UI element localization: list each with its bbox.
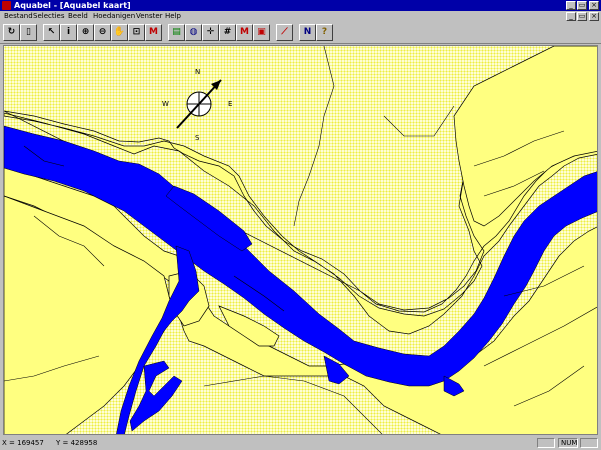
app-window: Aquabel - [Aquabel kaart] _ ▭ × Bestand … [0, 0, 601, 450]
north-arrow-icon[interactable]: ✛ [202, 24, 219, 41]
status-panel-blank-2 [580, 438, 598, 448]
print-icon[interactable]: ▣ [253, 24, 270, 41]
page-icon[interactable]: ▯ [20, 24, 37, 41]
mdi-minimize-button[interactable]: _ [566, 12, 576, 21]
measure-m-icon[interactable]: M [236, 24, 253, 41]
boundary-north [383, 105, 455, 137]
menu-beeld[interactable]: Beeld [68, 11, 88, 22]
zoom-in-icon[interactable]: ⊕ [77, 24, 94, 41]
road-south-center [203, 375, 383, 434]
status-bar: X = 169457 Y = 428958 NUM [0, 436, 601, 450]
restore-button[interactable]: ▭ [577, 1, 587, 10]
pan-hand-icon[interactable]: ✋ [111, 24, 128, 41]
app-logo-icon [2, 1, 11, 10]
help-query-icon[interactable]: ? [316, 24, 333, 41]
menu-bar: Bestand Selecties Beeld Hoedanigen Venst… [0, 11, 601, 22]
north-n-icon[interactable]: N [299, 24, 316, 41]
refresh-icon[interactable]: ↻ [3, 24, 20, 41]
globe-icon[interactable]: ◍ [185, 24, 202, 41]
compass-east-label: E [228, 100, 233, 108]
x-coordinate: X = 169457 [2, 439, 44, 447]
road-north [293, 46, 335, 227]
zoom-extent-icon[interactable]: ⊡ [128, 24, 145, 41]
status-panel-blank-1 [537, 438, 555, 448]
zoom-out-icon[interactable]: ⊖ [94, 24, 111, 41]
num-lock-indicator: NUM [558, 438, 578, 448]
compass-west-label: W [162, 100, 169, 108]
menu-bestand[interactable]: Bestand [4, 11, 33, 22]
pointer-icon[interactable]: ↖ [43, 24, 60, 41]
grid-hash-icon[interactable]: # [219, 24, 236, 41]
compass-south-label: S [195, 134, 200, 142]
toolbar: ↻ ▯ ↖ i ⊕ ⊖ ✋ ⊡ M ▤ ◍ ✛ # M ▣ ⟋ N? [0, 22, 601, 44]
menu-help[interactable]: Help [165, 11, 181, 22]
m-tool-icon[interactable]: M [145, 24, 162, 41]
close-button[interactable]: × [589, 1, 599, 10]
info-icon[interactable]: i [60, 24, 77, 41]
menu-selecties[interactable]: Selecties [33, 11, 65, 22]
y-coordinate: Y = 428958 [56, 439, 98, 447]
minimize-button[interactable]: _ [566, 1, 576, 10]
layers-icon[interactable]: ▤ [168, 24, 185, 41]
map-canvas[interactable]: N S E W [3, 45, 598, 435]
title-bar[interactable]: Aquabel - [Aquabel kaart] _ ▭ × [0, 0, 601, 11]
map-svg [4, 46, 597, 434]
compass-north-label: N [195, 68, 201, 76]
window-title: Aquabel - [Aquabel kaart] [14, 1, 131, 10]
menu-venster[interactable]: Venster [136, 11, 163, 22]
compass-rose [176, 79, 222, 129]
line-chart-icon[interactable]: ⟋ [276, 24, 293, 41]
menu-hoedanigen[interactable]: Hoedanigen [93, 11, 135, 22]
mdi-restore-button[interactable]: ▭ [577, 12, 587, 21]
mdi-close-button[interactable]: × [589, 12, 599, 21]
